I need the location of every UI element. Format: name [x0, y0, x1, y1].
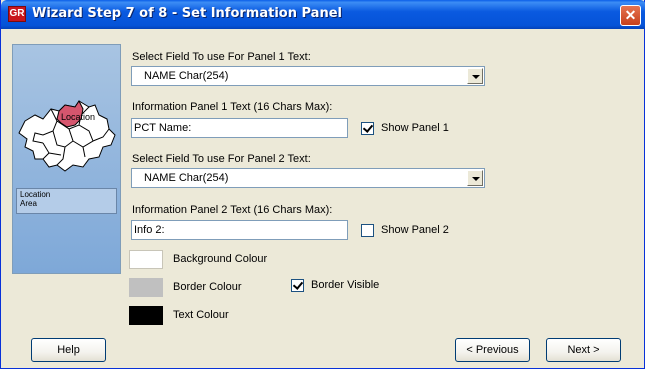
- show-panel2-label: Show Panel 2: [381, 224, 449, 236]
- app-logo-icon: GR: [8, 6, 26, 22]
- panel1-field-value: NAME Char(254): [144, 70, 229, 82]
- panel1-text-label: Information Panel 1 Text (16 Chars Max):: [132, 101, 333, 113]
- next-button[interactable]: Next >: [546, 338, 621, 362]
- border-visible-checkbox[interactable]: [291, 279, 304, 292]
- map-illustration: Location: [18, 100, 116, 172]
- border-colour-swatch[interactable]: [129, 278, 163, 297]
- legend-line-2: Area: [20, 199, 37, 208]
- previous-button[interactable]: < Previous: [455, 338, 530, 362]
- wizard-illustration-panel: Location Location Area: [12, 44, 121, 274]
- show-panel1-label: Show Panel 1: [381, 122, 449, 134]
- panel2-field-label: Select Field To use For Panel 2 Text:: [132, 153, 311, 165]
- panel1-field-select[interactable]: NAME Char(254): [131, 66, 485, 86]
- close-button[interactable]: ✕: [620, 5, 641, 26]
- map-legend: Location Area: [16, 188, 117, 214]
- title-bar[interactable]: GR Wizard Step 7 of 8 - Set Information …: [1, 0, 645, 29]
- border-visible-label: Border Visible: [311, 279, 380, 291]
- dropdown-arrow-icon[interactable]: [467, 68, 483, 84]
- panel1-field-label: Select Field To use For Panel 1 Text:: [132, 51, 311, 63]
- legend-line-1: Location: [20, 190, 51, 199]
- wizard-window: GR Wizard Step 7 of 8 - Set Information …: [0, 0, 645, 369]
- panel2-field-select[interactable]: NAME Char(254): [131, 168, 485, 188]
- window-title: Wizard Step 7 of 8 - Set Information Pan…: [32, 6, 342, 21]
- panel2-field-value: NAME Char(254): [144, 172, 229, 184]
- border-colour-label: Border Colour: [173, 281, 242, 293]
- panel2-text-label: Information Panel 2 Text (16 Chars Max):: [132, 204, 333, 216]
- background-colour-swatch[interactable]: [129, 250, 163, 269]
- help-button[interactable]: Help: [31, 338, 106, 362]
- text-colour-label: Text Colour: [173, 309, 229, 321]
- background-colour-label: Background Colour: [173, 253, 268, 265]
- map-location-label: Location: [61, 112, 95, 122]
- text-colour-swatch[interactable]: [129, 306, 163, 325]
- show-panel2-checkbox[interactable]: [361, 224, 374, 237]
- show-panel1-checkbox[interactable]: [361, 122, 374, 135]
- panel2-text-input[interactable]: Info 2:: [131, 220, 348, 240]
- panel1-text-input[interactable]: PCT Name:: [131, 118, 348, 138]
- dropdown-arrow-icon[interactable]: [467, 170, 483, 186]
